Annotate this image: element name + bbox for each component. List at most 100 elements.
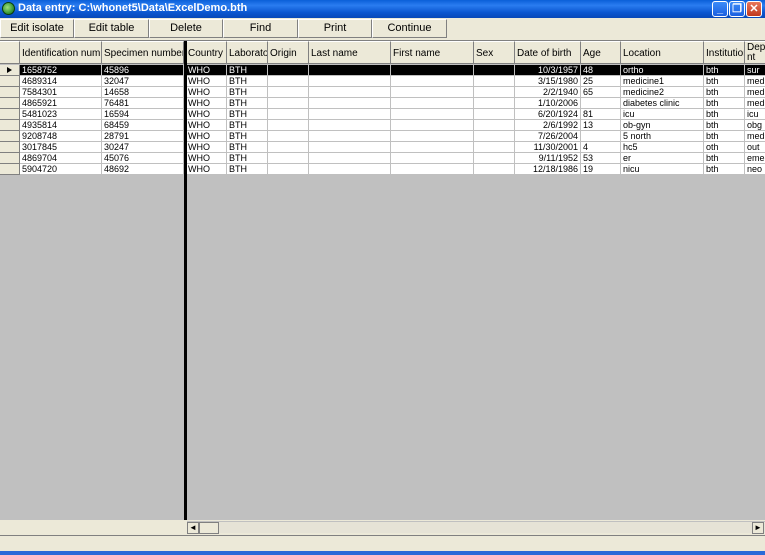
row-selector[interactable] <box>0 153 20 164</box>
cell-sex[interactable] <box>474 164 515 175</box>
table-row[interactable]: 9208748 28791 WHO BTH 7/26/2004 5 north bth med <box>0 131 765 142</box>
cell-sex[interactable] <box>474 98 515 109</box>
cell-laboratory[interactable]: BTH <box>227 142 268 153</box>
cell-country[interactable]: WHO <box>186 87 227 98</box>
cell-sex[interactable] <box>474 76 515 87</box>
horizontal-scrollbar[interactable]: ◄ ► <box>187 521 765 534</box>
cell-identification-number[interactable]: 3017845 <box>20 142 102 153</box>
cell-date-of-birth[interactable]: 6/20/1924 <box>515 109 581 120</box>
cell-identification-number[interactable]: 5904720 <box>20 164 102 175</box>
cell-institution[interactable]: bth <box>704 153 745 164</box>
scroll-thumb[interactable] <box>199 522 219 534</box>
cell-origin[interactable] <box>268 131 309 142</box>
maximize-button[interactable]: ❐ <box>729 1 745 17</box>
cell-origin[interactable] <box>268 142 309 153</box>
cell-date-of-birth[interactable]: 3/15/1980 <box>515 76 581 87</box>
cell-identification-number[interactable]: 4935814 <box>20 120 102 131</box>
row-selector[interactable] <box>0 65 20 76</box>
cell-first-name[interactable] <box>391 76 474 87</box>
cell-age[interactable]: 13 <box>581 120 621 131</box>
cell-sex[interactable] <box>474 87 515 98</box>
cell-laboratory[interactable]: BTH <box>227 120 268 131</box>
cell-institution[interactable]: bth <box>704 164 745 175</box>
cell-specimen-number[interactable]: 76481 <box>102 98 184 109</box>
cell-last-name[interactable] <box>309 131 391 142</box>
cell-country[interactable]: WHO <box>186 98 227 109</box>
cell-specimen-number[interactable]: 32047 <box>102 76 184 87</box>
cell-institution[interactable]: oth <box>704 142 745 153</box>
cell-department[interactable]: med <box>745 131 765 142</box>
cell-last-name[interactable] <box>309 98 391 109</box>
cell-identification-number[interactable]: 4869704 <box>20 153 102 164</box>
cell-department[interactable]: obg <box>745 120 765 131</box>
print-button[interactable]: Print <box>298 19 372 38</box>
cell-age[interactable]: 4 <box>581 142 621 153</box>
delete-button[interactable]: Delete <box>149 19 223 38</box>
cell-laboratory[interactable]: BTH <box>227 164 268 175</box>
cell-first-name[interactable] <box>391 120 474 131</box>
cell-date-of-birth[interactable]: 12/18/1986 <box>515 164 581 175</box>
cell-country[interactable]: WHO <box>186 65 227 76</box>
cell-first-name[interactable] <box>391 164 474 175</box>
column-header-last-name[interactable]: Last name <box>309 41 391 64</box>
minimize-button[interactable]: _ <box>712 1 728 17</box>
cell-identification-number[interactable]: 1658752 <box>20 65 102 76</box>
cell-country[interactable]: WHO <box>186 164 227 175</box>
cell-date-of-birth[interactable]: 7/26/2004 <box>515 131 581 142</box>
cell-institution[interactable]: bth <box>704 98 745 109</box>
cell-specimen-number[interactable]: 45896 <box>102 65 184 76</box>
table-row[interactable]: 4935814 68459 WHO BTH 2/6/1992 13 ob-gyn bth obg <box>0 120 765 131</box>
cell-last-name[interactable] <box>309 65 391 76</box>
cell-origin[interactable] <box>268 120 309 131</box>
cell-date-of-birth[interactable]: 1/10/2006 <box>515 98 581 109</box>
cell-department[interactable]: sur <box>745 65 765 76</box>
column-header-date-of-birth[interactable]: Date of birth <box>515 41 581 64</box>
cell-location[interactable]: nicu <box>621 164 704 175</box>
cell-sex[interactable] <box>474 120 515 131</box>
find-button[interactable]: Find <box>223 19 298 38</box>
column-header-country[interactable]: Country <box>186 41 227 64</box>
cell-location[interactable]: medicine1 <box>621 76 704 87</box>
cell-origin[interactable] <box>268 98 309 109</box>
column-header-specimen-number[interactable]: Specimen number <box>102 41 184 64</box>
cell-date-of-birth[interactable]: 2/6/1992 <box>515 120 581 131</box>
cell-age[interactable]: 53 <box>581 153 621 164</box>
cell-country[interactable]: WHO <box>186 109 227 120</box>
row-selector[interactable] <box>0 120 20 131</box>
cell-location[interactable]: er <box>621 153 704 164</box>
cell-first-name[interactable] <box>391 109 474 120</box>
cell-institution[interactable]: bth <box>704 109 745 120</box>
column-header-location[interactable]: Location <box>621 41 704 64</box>
cell-department[interactable]: med <box>745 87 765 98</box>
cell-location[interactable]: ob-gyn <box>621 120 704 131</box>
cell-country[interactable]: WHO <box>186 120 227 131</box>
cell-age[interactable]: 25 <box>581 76 621 87</box>
cell-sex[interactable] <box>474 142 515 153</box>
cell-first-name[interactable] <box>391 153 474 164</box>
cell-first-name[interactable] <box>391 98 474 109</box>
cell-origin[interactable] <box>268 65 309 76</box>
cell-location[interactable]: medicine2 <box>621 87 704 98</box>
cell-last-name[interactable] <box>309 87 391 98</box>
cell-specimen-number[interactable]: 14658 <box>102 87 184 98</box>
column-header-sex[interactable]: Sex <box>474 41 515 64</box>
cell-origin[interactable] <box>268 164 309 175</box>
cell-country[interactable]: WHO <box>186 76 227 87</box>
cell-specimen-number[interactable]: 48692 <box>102 164 184 175</box>
row-selector[interactable] <box>0 109 20 120</box>
cell-department[interactable]: out <box>745 142 765 153</box>
scroll-left-icon[interactable]: ◄ <box>187 522 199 534</box>
cell-age[interactable]: 65 <box>581 87 621 98</box>
cell-date-of-birth[interactable]: 11/30/2001 <box>515 142 581 153</box>
cell-country[interactable]: WHO <box>186 142 227 153</box>
cell-age[interactable] <box>581 98 621 109</box>
cell-department[interactable]: med <box>745 76 765 87</box>
cell-specimen-number[interactable]: 30247 <box>102 142 184 153</box>
cell-country[interactable]: WHO <box>186 131 227 142</box>
table-row[interactable]: 1658752 45896 WHO BTH 10/3/1957 48 ortho bth sur <box>0 65 765 76</box>
cell-first-name[interactable] <box>391 142 474 153</box>
cell-institution[interactable]: bth <box>704 131 745 142</box>
cell-identification-number[interactable]: 4865921 <box>20 98 102 109</box>
cell-laboratory[interactable]: BTH <box>227 76 268 87</box>
cell-department[interactable]: med <box>745 98 765 109</box>
